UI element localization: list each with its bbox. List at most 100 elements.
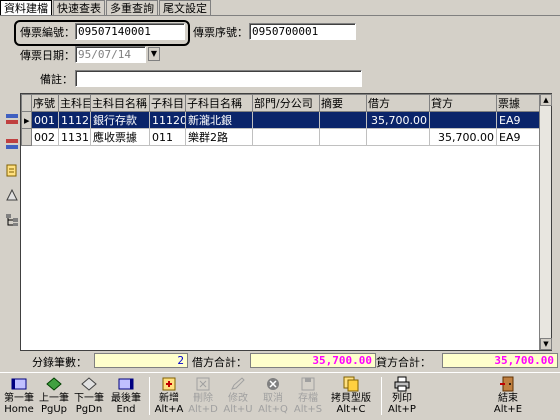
scroll-down-icon[interactable]: ▼	[540, 338, 552, 350]
remark-field[interactable]	[75, 70, 362, 87]
copy-template-label: 拷貝型版	[331, 393, 371, 404]
entry-count-label: 分錄筆數：	[32, 356, 87, 369]
add-button[interactable]: 新增 Alt+A	[153, 375, 185, 417]
last-record-button[interactable]: 最後筆 End	[107, 375, 145, 417]
current-row-indicator-icon: ▸	[21, 111, 32, 129]
tree-icon[interactable]	[4, 212, 20, 228]
cell-department[interactable]	[252, 128, 320, 146]
tab-quick-lookup[interactable]: 快速查表	[53, 0, 105, 16]
add-label: 新增	[159, 393, 179, 404]
tab-bar: 資料建檔 快速查表 多重查詢 尾文設定	[0, 0, 212, 16]
cell-credit[interactable]	[429, 111, 497, 129]
exit-button[interactable]: 結束 Alt+E	[491, 375, 525, 417]
first-record-label: 第一筆	[4, 393, 34, 404]
summary-bar: 分錄筆數： 2 借方合計： 35,700.00 貸方合計： 35,700.00	[20, 353, 560, 369]
date-dropdown-button[interactable]: ▼	[148, 47, 160, 61]
exit-label: 結束	[498, 393, 518, 404]
toolbar-separator	[381, 377, 382, 415]
scroll-up-icon[interactable]: ▲	[540, 94, 552, 106]
copy-template-icon	[343, 376, 359, 392]
save-icon	[301, 377, 315, 391]
chevron-down-icon: ▼	[150, 49, 158, 58]
entry-count-value: 2	[94, 353, 188, 368]
table-row[interactable]: ▸ 001 1112 銀行存款 111201 新瀧北銀 35,700.00 EA…	[21, 111, 541, 129]
debit-total-value: 35,700.00	[250, 353, 376, 368]
last-record-label: 最後筆	[111, 393, 141, 404]
add-shortcut: Alt+A	[154, 404, 184, 415]
cell-note[interactable]: EA9	[496, 111, 541, 129]
cell-sub-account-name[interactable]: 樂群2路	[185, 128, 253, 146]
row-indicator-header	[21, 94, 32, 112]
table-row[interactable]: 002 1131 應收票據 011 樂群2路 35,700.00 EA9	[21, 128, 541, 146]
col-sub-account[interactable]: 子科目	[149, 94, 186, 112]
voucher-no-label: 傳票編號：	[20, 26, 75, 39]
cancel-shortcut: Alt+Q	[258, 404, 288, 415]
edit-button[interactable]: 修改 Alt+U	[222, 375, 254, 417]
col-memo[interactable]: 摘要	[319, 94, 367, 112]
col-note[interactable]: 票據	[496, 94, 541, 112]
tab-footer-settings[interactable]: 尾文設定	[159, 0, 211, 16]
first-record-button[interactable]: 第一筆 Home	[2, 375, 36, 417]
debit-total-label: 借方合計：	[192, 356, 247, 369]
prev-record-button[interactable]: 上一筆 PgUp	[37, 375, 71, 417]
cancel-icon	[267, 378, 279, 390]
save-button[interactable]: 存檔 Alt+S	[292, 375, 324, 417]
col-main-account[interactable]: 主科目	[58, 94, 91, 112]
cell-sub-account[interactable]: 111201	[149, 111, 186, 129]
voucher-seq-field[interactable]: 0950700001	[249, 23, 356, 40]
copy-template-button[interactable]: 拷貝型版 Alt+C	[326, 375, 376, 417]
attach-icon[interactable]	[4, 162, 20, 178]
entries-grid: 序號 主科目 主科目名稱 子科目 子科目名稱 部門/分公司 摘要 借方 貸方 票…	[20, 93, 552, 351]
prev-record-icon	[46, 377, 62, 391]
delete-row-icon[interactable]	[4, 136, 20, 152]
voucher-date-field[interactable]: 95/07/14	[75, 46, 146, 63]
cell-memo[interactable]	[319, 111, 367, 129]
col-seq[interactable]: 序號	[31, 94, 59, 112]
next-record-icon	[81, 377, 97, 391]
cell-sub-account-name[interactable]: 新瀧北銀	[185, 111, 253, 129]
delete-shortcut: Alt+D	[188, 404, 218, 415]
delete-icon	[196, 377, 210, 391]
cell-main-account-name[interactable]: 銀行存款	[90, 111, 150, 129]
next-record-shortcut: PgDn	[75, 404, 103, 415]
col-credit[interactable]: 貸方	[429, 94, 497, 112]
print-shortcut: Alt+P	[388, 404, 416, 415]
cell-main-account[interactable]: 1131	[58, 128, 91, 146]
cell-main-account[interactable]: 1112	[58, 111, 91, 129]
cell-memo[interactable]	[319, 128, 367, 146]
cell-main-account-name[interactable]: 應收票據	[90, 128, 150, 146]
col-sub-account-name[interactable]: 子科目名稱	[185, 94, 253, 112]
cancel-button[interactable]: 取消 Alt+Q	[257, 375, 289, 417]
cell-debit[interactable]: 35,700.00	[366, 111, 430, 129]
col-department[interactable]: 部門/分公司	[252, 94, 320, 112]
delete-label: 刪除	[193, 393, 213, 404]
vertical-scrollbar[interactable]: ▲ ▼	[539, 94, 552, 350]
cell-credit[interactable]: 35,700.00	[429, 128, 497, 146]
print-button[interactable]: 列印 Alt+P	[386, 375, 418, 417]
remark-label: 備註：	[40, 73, 73, 86]
cell-sub-account[interactable]: 011	[149, 128, 186, 146]
cell-department[interactable]	[252, 111, 320, 129]
edit-shortcut: Alt+U	[223, 404, 253, 415]
voucher-date-label: 傳票日期：	[20, 49, 75, 62]
row-indicator	[21, 128, 32, 146]
data-entry-panel: 傳票編號： 09507140001 傳票序號： 0950700001 傳票日期：…	[0, 15, 560, 420]
cell-debit[interactable]	[366, 128, 430, 146]
voucher-no-field[interactable]: 09507140001	[75, 23, 185, 40]
note-icon[interactable]	[4, 187, 20, 203]
insert-row-icon[interactable]	[4, 111, 20, 127]
exit-icon	[500, 376, 514, 392]
toolbar-separator	[149, 377, 150, 415]
delete-button[interactable]: 刪除 Alt+D	[187, 375, 219, 417]
cell-seq[interactable]: 002	[31, 128, 59, 146]
credit-total-value: 35,700.00	[442, 353, 558, 368]
cell-seq[interactable]: 001	[31, 111, 59, 129]
col-debit[interactable]: 借方	[366, 94, 430, 112]
col-main-account-name[interactable]: 主科目名稱	[90, 94, 150, 112]
next-record-button[interactable]: 下一筆 PgDn	[72, 375, 106, 417]
cell-note[interactable]: EA9	[496, 128, 541, 146]
voucher-seq-label: 傳票序號：	[193, 26, 248, 39]
tab-data-entry[interactable]: 資料建檔	[0, 0, 52, 16]
tab-multi-query[interactable]: 多重查詢	[106, 0, 158, 16]
exit-shortcut: Alt+E	[493, 404, 523, 415]
